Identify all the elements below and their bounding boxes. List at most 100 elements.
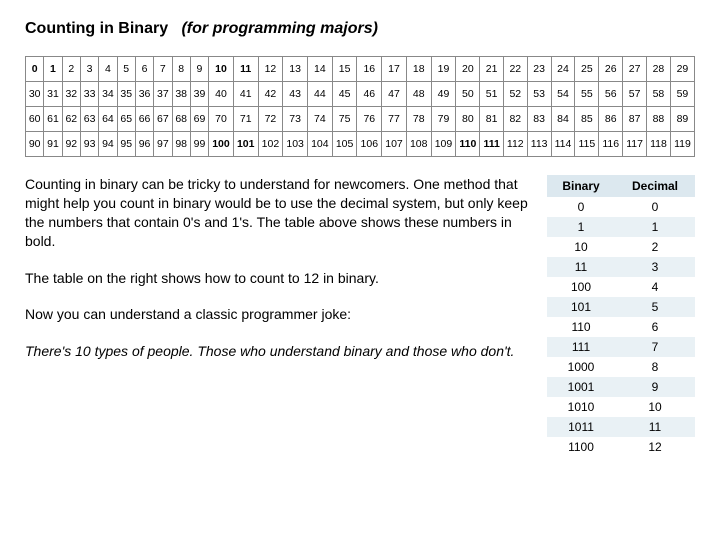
grid-cell: 40	[209, 82, 234, 107]
grid-cell: 73	[283, 107, 308, 132]
conversion-column: Binary Decimal 0011102113100410151106111…	[547, 175, 695, 457]
grid-cell: 62	[62, 107, 80, 132]
conv-cell-binary: 10	[547, 237, 615, 257]
grid-cell: 75	[332, 107, 357, 132]
grid-cell: 108	[406, 132, 431, 157]
conv-cell-binary: 1100	[547, 437, 615, 457]
grid-cell: 43	[283, 82, 308, 107]
grid-cell: 9	[190, 57, 208, 82]
grid-cell: 24	[551, 57, 575, 82]
grid-cell: 94	[99, 132, 117, 157]
grid-cell: 51	[480, 82, 503, 107]
grid-cell: 66	[135, 107, 153, 132]
grid-cell: 68	[172, 107, 190, 132]
grid-cell: 0	[26, 57, 44, 82]
grid-cell: 74	[308, 107, 333, 132]
conv-header-binary: Binary	[547, 175, 615, 197]
title-main: Counting in Binary	[25, 20, 168, 37]
grid-cell: 111	[480, 132, 503, 157]
grid-cell: 30	[26, 82, 44, 107]
conv-cell-decimal: 1	[615, 217, 695, 237]
grid-cell: 23	[527, 57, 551, 82]
grid-cell: 48	[406, 82, 431, 107]
grid-cell: 118	[647, 132, 671, 157]
text-column: Counting in binary can be tricky to unde…	[25, 175, 533, 457]
grid-cell: 69	[190, 107, 208, 132]
grid-cell: 34	[99, 82, 117, 107]
grid-cell: 33	[80, 82, 98, 107]
paragraph-3: Now you can understand a classic program…	[25, 305, 533, 324]
grid-cell: 80	[456, 107, 480, 132]
grid-cell: 83	[527, 107, 551, 132]
grid-cell: 6	[135, 57, 153, 82]
conv-cell-decimal: 4	[615, 277, 695, 297]
grid-cell: 54	[551, 82, 575, 107]
conv-header-decimal: Decimal	[615, 175, 695, 197]
grid-cell: 64	[99, 107, 117, 132]
grid-cell: 87	[623, 107, 647, 132]
grid-cell: 53	[527, 82, 551, 107]
grid-cell: 18	[406, 57, 431, 82]
conv-cell-binary: 111	[547, 337, 615, 357]
paragraph-2: The table on the right shows how to coun…	[25, 269, 533, 288]
grid-cell: 105	[332, 132, 357, 157]
grid-cell: 106	[357, 132, 382, 157]
conv-cell-binary: 110	[547, 317, 615, 337]
grid-cell: 59	[670, 82, 694, 107]
grid-cell: 114	[551, 132, 575, 157]
grid-cell: 89	[670, 107, 694, 132]
grid-cell: 88	[647, 107, 671, 132]
grid-cell: 20	[456, 57, 480, 82]
grid-cell: 5	[117, 57, 135, 82]
conversion-table: Binary Decimal 0011102113100410151106111…	[547, 175, 695, 457]
grid-cell: 49	[431, 82, 456, 107]
grid-cell: 91	[44, 132, 62, 157]
grid-cell: 17	[382, 57, 407, 82]
grid-cell: 15	[332, 57, 357, 82]
conv-cell-decimal: 11	[615, 417, 695, 437]
grid-cell: 93	[80, 132, 98, 157]
title-subtitle: (for programming majors)	[181, 20, 377, 37]
content-section: Counting in binary can be tricky to unde…	[25, 175, 695, 457]
conv-cell-binary: 101	[547, 297, 615, 317]
grid-cell: 79	[431, 107, 456, 132]
grid-cell: 38	[172, 82, 190, 107]
grid-cell: 14	[308, 57, 333, 82]
grid-cell: 8	[172, 57, 190, 82]
grid-cell: 26	[599, 57, 623, 82]
grid-cell: 70	[209, 107, 234, 132]
grid-cell: 109	[431, 132, 456, 157]
grid-cell: 52	[503, 82, 527, 107]
conv-cell-decimal: 8	[615, 357, 695, 377]
grid-cell: 1	[44, 57, 62, 82]
grid-cell: 36	[135, 82, 153, 107]
grid-cell: 11	[233, 57, 258, 82]
grid-cell: 116	[599, 132, 623, 157]
grid-cell: 47	[382, 82, 407, 107]
conv-cell-decimal: 5	[615, 297, 695, 317]
grid-cell: 65	[117, 107, 135, 132]
conv-cell-binary: 1001	[547, 377, 615, 397]
grid-cell: 76	[357, 107, 382, 132]
conv-cell-binary: 1011	[547, 417, 615, 437]
grid-cell: 56	[599, 82, 623, 107]
grid-cell: 10	[209, 57, 234, 82]
grid-cell: 67	[154, 107, 172, 132]
conv-cell-binary: 11	[547, 257, 615, 277]
grid-cell: 110	[456, 132, 480, 157]
grid-cell: 3	[80, 57, 98, 82]
conv-cell-decimal: 3	[615, 257, 695, 277]
grid-cell: 22	[503, 57, 527, 82]
grid-cell: 35	[117, 82, 135, 107]
grid-cell: 63	[80, 107, 98, 132]
grid-cell: 85	[575, 107, 599, 132]
grid-cell: 37	[154, 82, 172, 107]
grid-cell: 13	[283, 57, 308, 82]
grid-cell: 57	[623, 82, 647, 107]
grid-cell: 61	[44, 107, 62, 132]
grid-cell: 39	[190, 82, 208, 107]
grid-cell: 78	[406, 107, 431, 132]
grid-cell: 117	[623, 132, 647, 157]
grid-cell: 107	[382, 132, 407, 157]
grid-cell: 50	[456, 82, 480, 107]
